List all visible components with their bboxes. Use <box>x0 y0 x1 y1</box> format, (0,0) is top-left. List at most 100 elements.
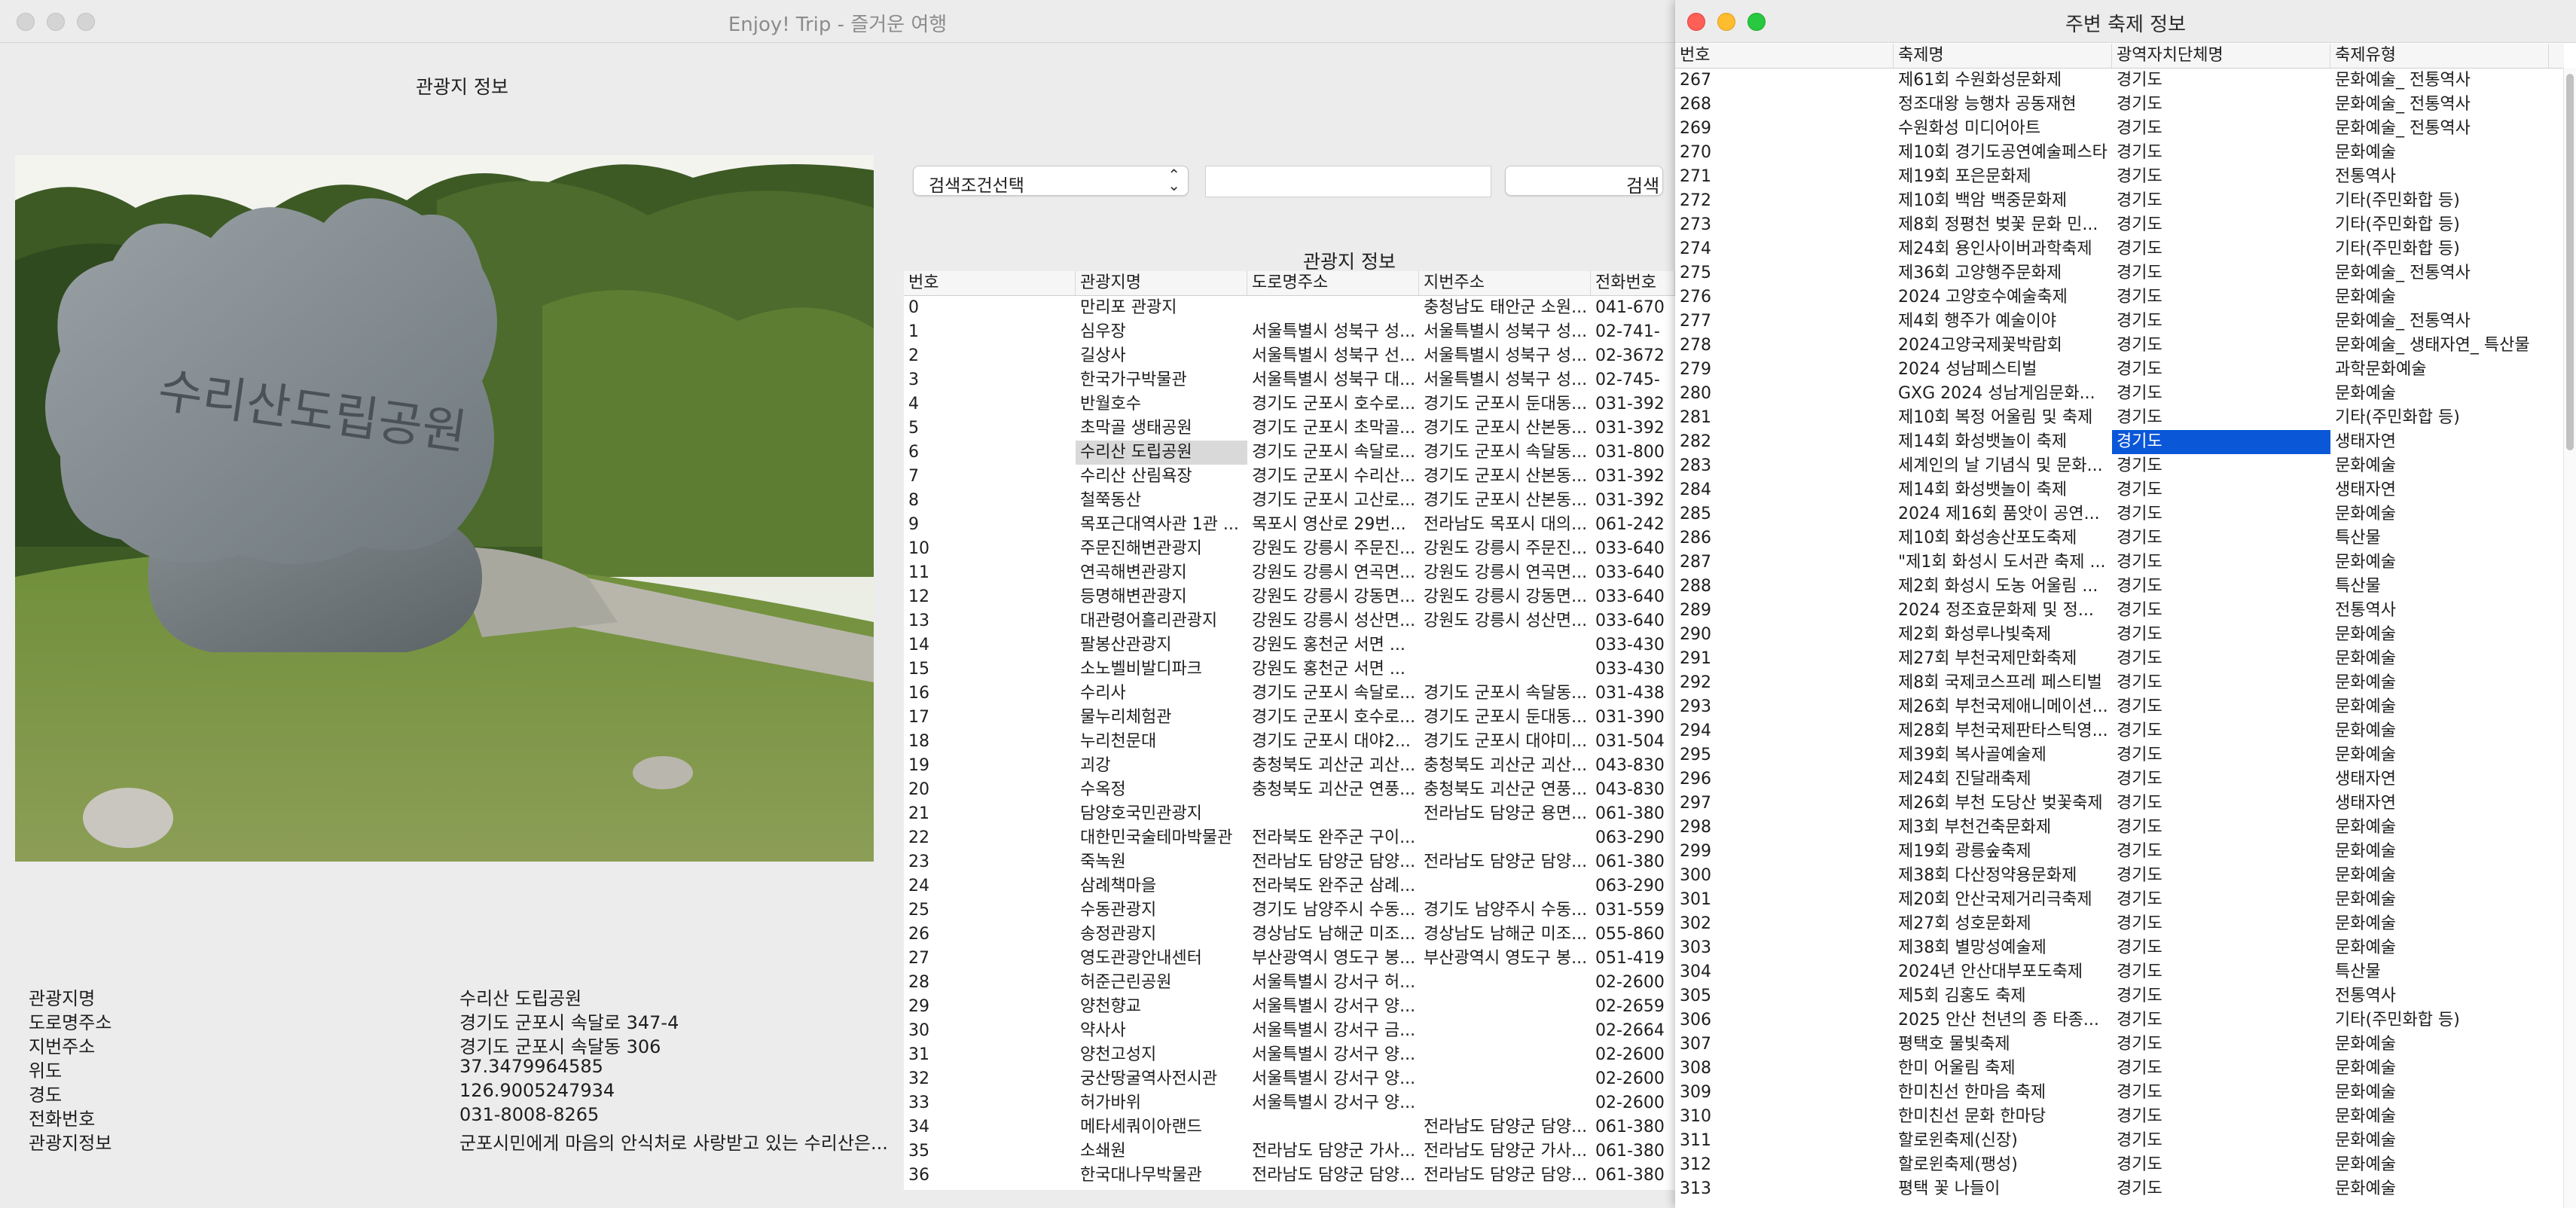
column-header[interactable]: 축제명 <box>1894 44 2112 68</box>
table-row[interactable]: 8 철쭉동산 경기도 군포시 고산로... 경기도 군포시 산본동... 031-392 <box>904 489 1675 513</box>
festival-table[interactable]: 번호 축제명 광역자치단체명 축제유형 267 제61회 수원화성문화제 경기도 문화예술_… <box>1675 44 2564 1208</box>
table-row[interactable]: 312 할로윈축제(팽성) 경기도 문화예술 <box>1675 1153 2564 1177</box>
table-row[interactable]: 31 양천고성지 서울특별시 강서구 양... 02-2600 <box>904 1043 1675 1067</box>
table-row[interactable]: 277 제4회 행주가 예술이야 경기도 문화예술_ 전통역사 <box>1675 310 2564 334</box>
table-row[interactable]: 267 제61회 수원화성문화제 경기도 문화예술_ 전통역사 <box>1675 69 2564 93</box>
table-row[interactable]: 275 제36회 고양행주문화제 경기도 문화예술_ 전통역사 <box>1675 261 2564 285</box>
table-row[interactable]: 10 주문진해변관광지 강원도 강릉시 주문진... 강원도 강릉시 주문진... 03… <box>904 537 1675 561</box>
table-row[interactable]: 281 제10회 복정 어울림 및 축제 경기도 기타(주민화합 등) <box>1675 406 2564 430</box>
column-header[interactable]: 관광지명 <box>1076 271 1247 295</box>
table-row[interactable]: 306 2025 안산 천년의 종 타종... 경기도 기타(주민화합 등) <box>1675 1008 2564 1033</box>
table-row[interactable]: 274 제24회 용인사이버과학축제 경기도 기타(주민화합 등) <box>1675 237 2564 261</box>
table-row[interactable]: 16 수리사 경기도 군포시 속달로... 경기도 군포시 속달동... 031-438 <box>904 682 1675 706</box>
table-row[interactable]: 268 정조대왕 능행차 공동재현 경기도 문화예술_ 전통역사 <box>1675 93 2564 117</box>
table-row[interactable]: 25 수동관광지 경기도 남양주시 수동... 경기도 남양주시 수동... 031-5… <box>904 898 1675 923</box>
table-row[interactable]: 280 GXG 2024 성남게임문화... 경기도 문화예술 <box>1675 382 2564 406</box>
table-row[interactable]: 17 물누리체험관 경기도 군포시 호수로... 경기도 군포시 둔대동... 031-… <box>904 706 1675 730</box>
column-header[interactable]: 광역자치단체명 <box>2112 44 2330 68</box>
table-row[interactable]: 276 2024 고양호수예술축제 경기도 문화예술 <box>1675 285 2564 310</box>
table-row[interactable]: 278 2024고양국제꽃박람회 경기도 문화예술_ 생태자연_ 특산물 <box>1675 334 2564 358</box>
column-header[interactable]: 번호 <box>1675 44 1894 68</box>
table-row[interactable]: 310 한미친선 문화 한마당 경기도 문화예술 <box>1675 1105 2564 1129</box>
table-row[interactable]: 18 누리천문대 경기도 군포시 대야2... 경기도 군포시 대야미... 031-5… <box>904 730 1675 754</box>
table-row[interactable]: 7 수리산 산림욕장 경기도 군포시 수리산... 경기도 군포시 산본동... 031… <box>904 465 1675 489</box>
table-row[interactable]: 297 제26회 부천 도당산 벚꽃축제 경기도 생태자연 <box>1675 792 2564 816</box>
table-row[interactable]: 296 제24회 진달래축제 경기도 생태자연 <box>1675 767 2564 792</box>
search-button[interactable]: 검색 <box>1505 166 1663 196</box>
table-row[interactable]: 2 길상사 서울특별시 성북구 선... 서울특별시 성북구 성... 02-3672 <box>904 344 1675 368</box>
column-header[interactable]: 도로명주소 <box>1247 271 1419 295</box>
table-row[interactable]: 286 제10회 화성송산포도축제 경기도 특산물 <box>1675 526 2564 551</box>
table-row[interactable]: 269 수원화성 미디어아트 경기도 문화예술_ 전통역사 <box>1675 117 2564 141</box>
column-header[interactable]: 번호 <box>904 271 1076 295</box>
table-row[interactable]: 305 제5회 김홍도 축제 경기도 전통역사 <box>1675 984 2564 1008</box>
table-row[interactable]: 13 대관령어흘리관광지 강원도 강릉시 성산면... 강원도 강릉시 성산면... 0… <box>904 609 1675 633</box>
table-row[interactable]: 15 소노벨비발디파크 강원도 홍천군 서면 ... 033-430 <box>904 657 1675 682</box>
table-row[interactable]: 284 제14회 화성뱃놀이 축제 경기도 생태자연 <box>1675 478 2564 502</box>
column-header[interactable]: 지번주소 <box>1419 271 1591 295</box>
table-row[interactable]: 287 "제1회 화성시 도서관 축제 ... 경기도 문화예술 <box>1675 551 2564 575</box>
table-row[interactable]: 285 2024 제16회 품앗이 공연... 경기도 문화예술 <box>1675 502 2564 526</box>
table-row[interactable]: 292 제8회 국제코스프레 페스티벌 경기도 문화예술 <box>1675 671 2564 695</box>
table-row[interactable]: 303 제38회 별망성예술제 경기도 문화예술 <box>1675 936 2564 960</box>
table-row[interactable]: 293 제26회 부천국제애니메이션... 경기도 문화예술 <box>1675 695 2564 719</box>
table-row[interactable]: 0 만리포 관광지 충청남도 태안군 소원... 041-670 <box>904 296 1675 320</box>
table-row[interactable]: 288 제2회 화성시 도농 어울림 ... 경기도 특산물 <box>1675 575 2564 599</box>
table-row[interactable]: 34 메타세쿼이아랜드 전라남도 담양군 담양... 061-380 <box>904 1115 1675 1139</box>
table-row[interactable]: 283 세계인의 날 기념식 및 문화... 경기도 문화예술 <box>1675 454 2564 478</box>
table-row[interactable]: 302 제27회 성호문화제 경기도 문화예술 <box>1675 912 2564 936</box>
table-row[interactable]: 20 수옥정 충청북도 괴산군 연풍... 충청북도 괴산군 연풍... 043-830 <box>904 778 1675 802</box>
table-row[interactable]: 307 평택호 물빛축제 경기도 문화예술 <box>1675 1033 2564 1057</box>
table-row[interactable]: 289 2024 정조효문화제 및 정... 경기도 전통역사 <box>1675 599 2564 623</box>
table-row[interactable]: 272 제10회 백암 백중문화제 경기도 기타(주민화합 등) <box>1675 189 2564 213</box>
column-header[interactable]: 전화번호 <box>1591 271 1675 295</box>
table-row[interactable]: 24 삼례책마을 전라북도 완주군 삼례... 063-290 <box>904 874 1675 898</box>
table-row[interactable]: 271 제19회 포은문화제 경기도 전통역사 <box>1675 165 2564 189</box>
table-row[interactable]: 23 죽녹원 전라남도 담양군 담양... 전라남도 담양군 담양... 061-380 <box>904 850 1675 874</box>
table-row[interactable]: 22 대한민국술테마박물관 전라북도 완주군 구이... 063-290 <box>904 826 1675 850</box>
table-row[interactable]: 309 한미친선 한마음 축제 경기도 문화예술 <box>1675 1081 2564 1105</box>
table-row[interactable]: 311 할로윈축제(신장) 경기도 문화예술 <box>1675 1129 2564 1153</box>
table-row[interactable]: 5 초막골 생태공원 경기도 군포시 초막골... 경기도 군포시 산본동... 031… <box>904 416 1675 441</box>
table-row[interactable]: 4 반월호수 경기도 군포시 호수로... 경기도 군포시 둔대동... 031-392 <box>904 392 1675 416</box>
table-row[interactable]: 11 연곡해변관광지 강원도 강릉시 연곡면... 강원도 강릉시 연곡면... 033… <box>904 561 1675 585</box>
table-row[interactable]: 27 영도관광안내센터 부산광역시 영도구 봉... 부산광역시 영도구 봉... 05… <box>904 947 1675 971</box>
table-row[interactable]: 270 제10회 경기도공연예술페스타 경기도 문화예술 <box>1675 141 2564 165</box>
attraction-table[interactable]: 번호 관광지명 도로명주소 지번주소 전화번호 0 만리포 관광지 충청남도 태안군 소원.… <box>904 271 1675 1190</box>
table-row[interactable]: 30 약사사 서울특별시 강서구 금... 02-2664 <box>904 1019 1675 1043</box>
table-row[interactable]: 3 한국가구박물관 서울특별시 성북구 대... 서울특별시 성북구 성... 02-7… <box>904 368 1675 392</box>
column-header[interactable]: 축제유형 <box>2330 44 2549 68</box>
table-row[interactable]: 21 담양호국민관광지 전라남도 담양군 용면... 061-380 <box>904 802 1675 826</box>
table-row[interactable]: 29 양천향교 서울특별시 강서구 양... 02-2659 <box>904 995 1675 1019</box>
table-row[interactable]: 279 2024 성남페스티벌 경기도 과학문화예술 <box>1675 358 2564 382</box>
table-row[interactable]: 19 괴강 충청북도 괴산군 괴산... 충청북도 괴산군 괴산... 043-830 <box>904 754 1675 778</box>
table-row[interactable]: 290 제2회 화성루나빛축제 경기도 문화예술 <box>1675 623 2564 647</box>
table-row[interactable]: 32 궁산땅굴역사전시관 서울특별시 강서구 양... 02-2600 <box>904 1067 1675 1091</box>
table-row[interactable]: 36 한국대나무박물관 전라남도 담양군 담양... 전라남도 담양군 담양... 06… <box>904 1164 1675 1188</box>
table-row[interactable]: 12 등명해변관광지 강원도 강릉시 강동면... 강원도 강릉시 강동면... 033… <box>904 585 1675 609</box>
table-row[interactable]: 6 수리산 도립공원 경기도 군포시 속달로... 경기도 군포시 속달동... 031… <box>904 441 1675 465</box>
festival-scrollbar[interactable] <box>2563 68 2576 1208</box>
table-row[interactable]: 298 제3회 부천건축문화제 경기도 문화예술 <box>1675 816 2564 840</box>
table-row[interactable]: 300 제38회 다산정약용문화제 경기도 문화예술 <box>1675 864 2564 888</box>
table-row[interactable]: 1 심우장 서울특별시 성북구 성... 서울특별시 성북구 성... 02-741- <box>904 320 1675 344</box>
table-row[interactable]: 299 제19회 광릉숲축제 경기도 문화예술 <box>1675 840 2564 864</box>
search-condition-select[interactable]: 검색조건선택 ⌃ ⌄ <box>913 166 1189 196</box>
table-row[interactable]: 291 제27회 부천국제만화축제 경기도 문화예술 <box>1675 647 2564 671</box>
table-row[interactable]: 294 제28회 부천국제판타스틱영... 경기도 문화예술 <box>1675 719 2564 743</box>
table-row[interactable]: 35 소쇄원 전라남도 담양군 가사... 전라남도 담양군 가사... 061-380 <box>904 1139 1675 1164</box>
table-row[interactable]: 282 제14회 화성뱃놀이 축제 경기도 생태자연 <box>1675 430 2564 454</box>
table-row[interactable]: 26 송정관광지 경상남도 남해군 미조... 경상남도 남해군 미조... 055-8… <box>904 923 1675 947</box>
table-row[interactable]: 33 허가바위 서울특별시 강서구 양... 02-2600 <box>904 1091 1675 1115</box>
table-row[interactable]: 313 평택 꽃 나들이 경기도 문화예술 <box>1675 1177 2564 1201</box>
table-row[interactable]: 9 목포근대역사관 1관 ... 목포시 영산로 29번... 전라남도 목포시 대의… <box>904 513 1675 537</box>
table-row[interactable]: 14 팔봉산관광지 강원도 홍천군 서면 ... 033-430 <box>904 633 1675 657</box>
table-row[interactable]: 28 허준근린공원 서울특별시 강서구 허... 02-2600 <box>904 971 1675 995</box>
table-row[interactable]: 295 제39회 복사골예술제 경기도 문화예술 <box>1675 743 2564 767</box>
search-input[interactable] <box>1205 166 1491 197</box>
table-row[interactable]: 304 2024년 안산대부포도축제 경기도 특산물 <box>1675 960 2564 984</box>
festival-scroll-thumb[interactable] <box>2566 74 2574 450</box>
table-row[interactable]: 308 한미 어울림 축제 경기도 문화예술 <box>1675 1057 2564 1081</box>
table-row[interactable]: 301 제20회 안산국제거리극축제 경기도 문화예술 <box>1675 888 2564 912</box>
table-row[interactable]: 273 제8회 정평천 벚꽃 문화 민... 경기도 기타(주민화합 등) <box>1675 213 2564 237</box>
